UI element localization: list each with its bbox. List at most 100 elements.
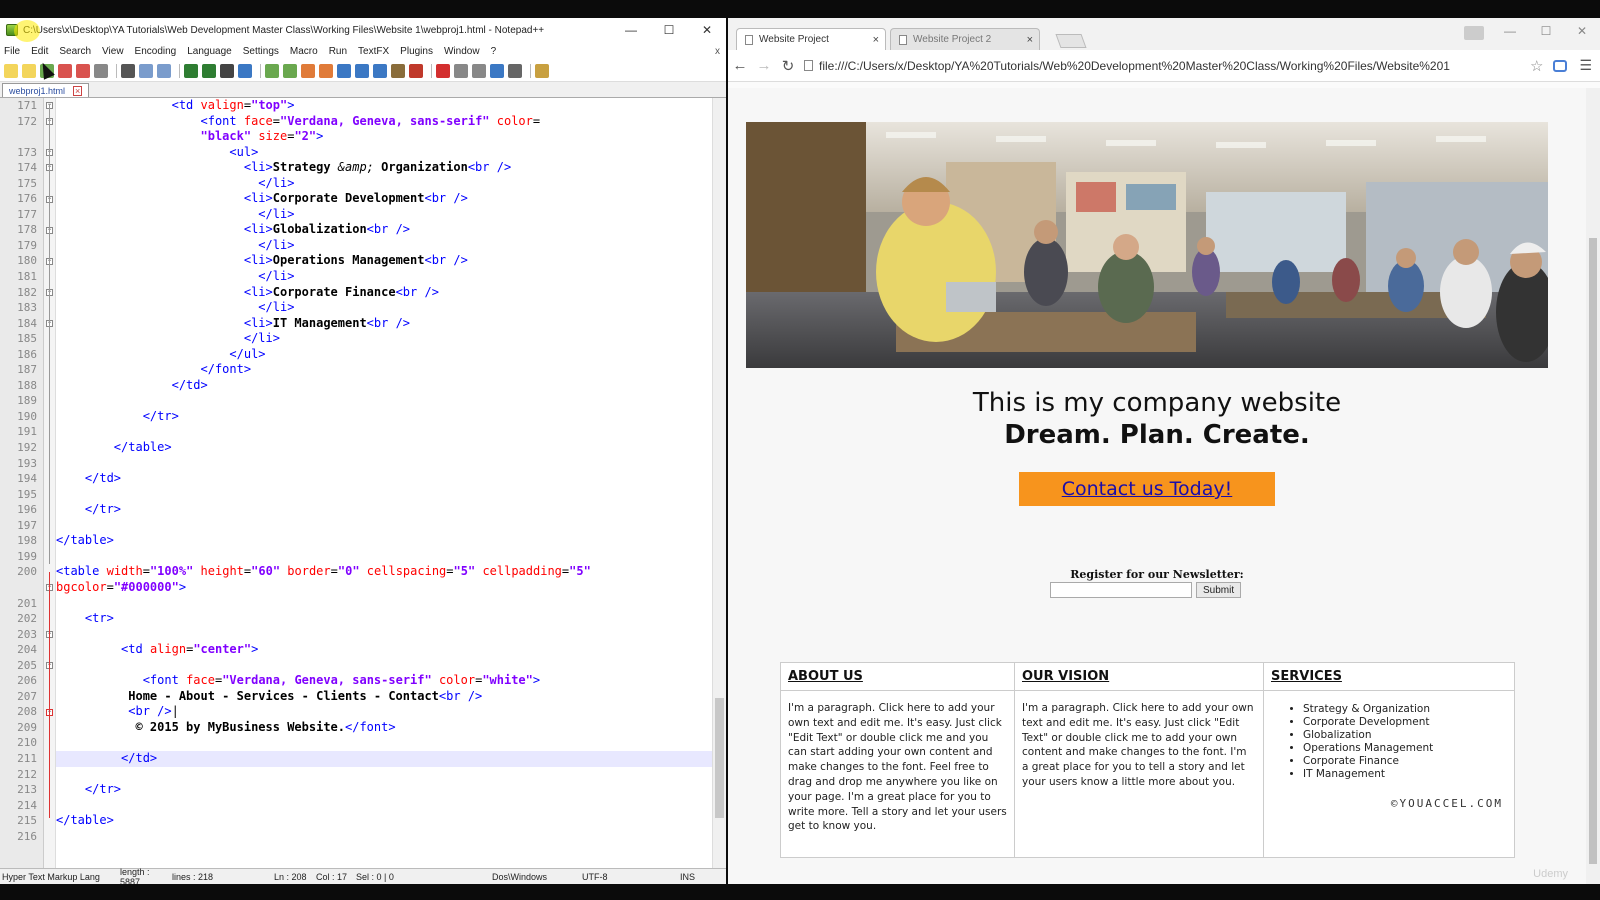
reload-icon[interactable]: ↻ — [776, 57, 800, 75]
code-line[interactable] — [56, 767, 712, 783]
code-line[interactable]: "black" size="2"> — [56, 129, 712, 145]
menu-item-encoding[interactable]: Encoding — [135, 46, 177, 57]
code-line[interactable] — [56, 798, 712, 814]
undo-icon[interactable] — [184, 63, 198, 78]
code-line[interactable] — [56, 549, 712, 565]
menu-item-view[interactable]: View — [102, 46, 124, 57]
code-line[interactable]: </font> — [56, 362, 712, 378]
maximize-icon[interactable]: ☐ — [650, 18, 688, 42]
minimize-icon[interactable]: — — [1492, 18, 1528, 44]
newsletter-email-input[interactable] — [1050, 582, 1192, 598]
code-line[interactable] — [56, 456, 712, 472]
code-line[interactable]: <font face="Verdana, Geneva, sans-serif"… — [56, 673, 712, 689]
tab-close-icon[interactable]: × — [873, 34, 879, 46]
doc-map-icon[interactable] — [391, 63, 405, 78]
code-line[interactable]: </tr> — [56, 502, 712, 518]
code-line[interactable]: </li> — [56, 207, 712, 223]
sync-h-icon[interactable] — [319, 63, 333, 78]
code-line[interactable]: <li>Operations Management<br /> — [56, 253, 712, 269]
zoom-in-icon[interactable] — [265, 63, 279, 78]
zoom-out-icon[interactable] — [283, 63, 297, 78]
print-icon[interactable] — [94, 63, 108, 78]
code-line[interactable]: Home - About - Services - Clients - Cont… — [56, 689, 712, 705]
menu-icon[interactable]: ☰ — [1579, 57, 1592, 74]
redo-icon[interactable] — [202, 63, 216, 78]
wrap-icon[interactable] — [337, 63, 351, 78]
tab-close-icon[interactable]: × — [73, 85, 83, 96]
play-macro-icon[interactable] — [472, 63, 486, 78]
code-line[interactable]: </li> — [56, 331, 712, 347]
close-doc-icon[interactable]: x — [715, 46, 720, 57]
user-icon[interactable] — [1456, 18, 1492, 44]
menu-item-textfx[interactable]: TextFX — [358, 46, 389, 57]
code-line[interactable]: </tr> — [56, 782, 712, 798]
menu-item-[interactable]: ? — [491, 46, 497, 57]
code-line[interactable] — [56, 627, 712, 643]
code-line[interactable]: <li>Corporate Finance<br /> — [56, 285, 712, 301]
code-line[interactable]: </td> — [56, 378, 712, 394]
code-line[interactable]: </li> — [56, 176, 712, 192]
copy-icon[interactable] — [139, 63, 153, 78]
tab-website-project-2[interactable]: Website Project 2 × — [890, 28, 1040, 50]
code-line[interactable] — [56, 487, 712, 503]
close-file-icon[interactable] — [76, 63, 90, 78]
run-macro-icon[interactable] — [490, 63, 504, 78]
code-line[interactable]: </li> — [56, 300, 712, 316]
code-line[interactable]: </tr> — [56, 409, 712, 425]
minimize-icon[interactable]: — — [612, 18, 650, 42]
code-editor[interactable]: 171 172 173 174 175 176 177 178 179 180 181 182 183 1… — [0, 98, 726, 868]
code-line[interactable]: <td align="center"> — [56, 642, 712, 658]
tab-website-project[interactable]: Website Project × — [736, 28, 886, 50]
code-line[interactable] — [56, 658, 712, 674]
find-icon[interactable] — [220, 63, 234, 78]
cut-icon[interactable] — [121, 63, 135, 78]
code-line[interactable]: </li> — [56, 238, 712, 254]
tab-close-icon[interactable]: × — [1027, 34, 1033, 46]
record-macro-icon[interactable] — [436, 63, 450, 78]
forward-icon[interactable]: → — [752, 57, 776, 74]
code-line[interactable]: </td> — [56, 750, 712, 767]
code-area[interactable]: <td valign="top"> <font face="Verdana, G… — [56, 98, 712, 868]
newsletter-submit-button[interactable]: Submit — [1196, 582, 1242, 598]
open-icon[interactable] — [22, 63, 36, 78]
menu-item-search[interactable]: Search — [59, 46, 91, 57]
menu-item-plugins[interactable]: Plugins — [400, 46, 433, 57]
code-line[interactable]: </table> — [56, 813, 712, 829]
bookmark-star-icon[interactable]: ☆ — [1530, 57, 1543, 75]
code-line[interactable] — [56, 829, 712, 845]
code-line[interactable] — [56, 735, 712, 751]
tab-webproj1[interactable]: webproj1.html × — [2, 83, 90, 97]
code-line[interactable]: <tr> — [56, 611, 712, 627]
menu-item-language[interactable]: Language — [187, 46, 232, 57]
page-scrollbar[interactable] — [1586, 88, 1600, 884]
menu-item-window[interactable]: Window — [444, 46, 480, 57]
menu-item-edit[interactable]: Edit — [31, 46, 48, 57]
code-line[interactable] — [56, 518, 712, 534]
editor-scrollbar[interactable] — [712, 98, 726, 868]
code-line[interactable]: <li>Corporate Development<br /> — [56, 191, 712, 207]
code-line[interactable] — [56, 393, 712, 409]
back-icon[interactable]: ← — [728, 57, 752, 74]
menu-item-file[interactable]: File — [4, 46, 20, 57]
menu-item-macro[interactable]: Macro — [290, 46, 318, 57]
code-line[interactable]: bgcolor="#000000"> — [56, 580, 712, 596]
code-line[interactable]: <li>Globalization<br /> — [56, 222, 712, 238]
code-line[interactable]: <font face="Verdana, Geneva, sans-serif"… — [56, 114, 712, 130]
stop-macro-icon[interactable] — [454, 63, 468, 78]
indent-guide-icon[interactable] — [373, 63, 387, 78]
close-icon[interactable]: ✕ — [1564, 18, 1600, 44]
sync-v-icon[interactable] — [301, 63, 315, 78]
code-line[interactable]: </table> — [56, 440, 712, 456]
replace-icon[interactable] — [238, 63, 252, 78]
code-line[interactable]: </table> — [56, 533, 712, 549]
code-line[interactable]: </li> — [56, 269, 712, 285]
menu-item-settings[interactable]: Settings — [243, 46, 279, 57]
code-line[interactable] — [56, 424, 712, 440]
address-bar[interactable]: file:///C:/Users/x/Desktop/YA%20Tutorial… — [800, 55, 1524, 77]
code-line[interactable]: <table width="100%" height="60" border="… — [56, 564, 712, 580]
code-line[interactable]: <li>Strategy &amp; Organization<br /> — [56, 160, 712, 176]
save-macro-icon[interactable] — [508, 63, 522, 78]
contact-us-button[interactable]: Contact us Today! — [1019, 472, 1275, 506]
code-line[interactable]: <br />| — [56, 704, 712, 720]
code-line[interactable]: © 2015 by MyBusiness Website.</font> — [56, 720, 712, 736]
